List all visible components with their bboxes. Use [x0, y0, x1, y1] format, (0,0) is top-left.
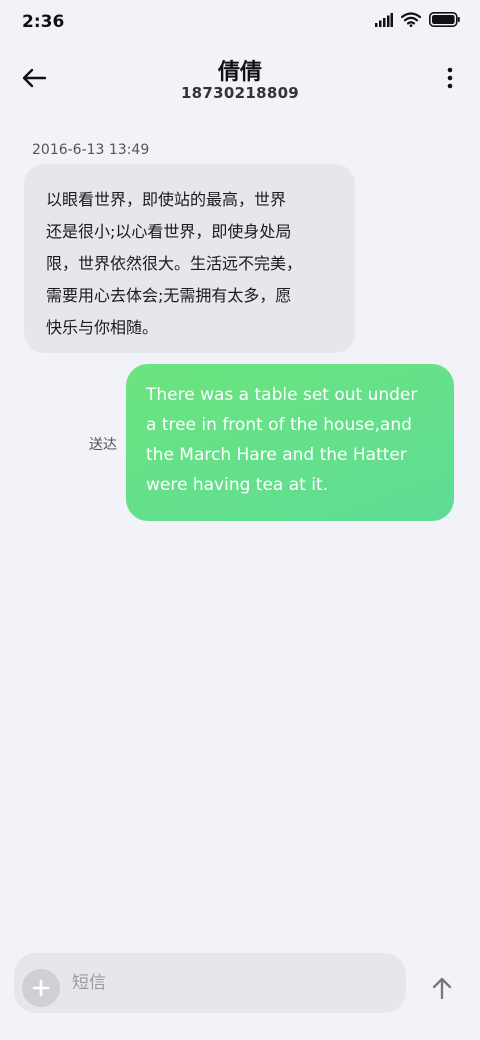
status-icons [375, 12, 460, 27]
incoming-message-line: 以眼看世界，即使站的最高，世界 [46, 190, 287, 209]
wifi-icon [401, 12, 421, 27]
conversation-header: 倩倩 18730218809 [0, 44, 480, 114]
arrow-up-icon [432, 977, 452, 1000]
incoming-message-line: 快乐与你相随。 [46, 318, 159, 337]
signal-icon [375, 12, 393, 27]
more-options-button[interactable] [438, 62, 462, 94]
add-attachment-button[interactable] [22, 969, 60, 1007]
message-composer [14, 953, 406, 1013]
more-vertical-icon [447, 67, 453, 89]
outgoing-message-line: a tree in front of the house,and [146, 415, 412, 435]
outgoing-message-bubble[interactable]: There was a table set out under a tree i… [126, 364, 454, 521]
incoming-message-bubble[interactable]: 以眼看世界，即使站的最高，世界 还是很小;以心看世界，即使身处局 限，世界依然很… [24, 164, 355, 353]
incoming-message-line: 需要用心去体会;无需拥有太多，愿 [46, 286, 292, 305]
outgoing-message-line: There was a table set out under [146, 385, 418, 405]
outgoing-message-line: were having tea at it. [146, 475, 329, 495]
sms-conversation-screen: 2:36 倩倩 18730218809 2016-6-13 13:49 以眼看世… [0, 0, 480, 1040]
incoming-message-line: 还是很小;以心看世界，即使身处局 [46, 222, 292, 241]
incoming-message-line: 限，世界依然很大。生活远不完美， [46, 254, 303, 273]
outgoing-message-line: the March Hare and the Hatter [146, 445, 407, 465]
message-input[interactable] [72, 965, 392, 1001]
contact-name: 倩倩 [217, 60, 262, 85]
status-bar: 2:36 [0, 0, 480, 44]
battery-icon [429, 12, 460, 27]
send-button[interactable] [426, 968, 458, 1008]
message-timestamp: 2016-6-13 13:49 [32, 142, 150, 158]
delivery-status: 送达 [89, 437, 117, 453]
contact-number: 18730218809 [180, 84, 300, 102]
plus-icon [32, 979, 50, 997]
status-time: 2:36 [22, 12, 65, 32]
